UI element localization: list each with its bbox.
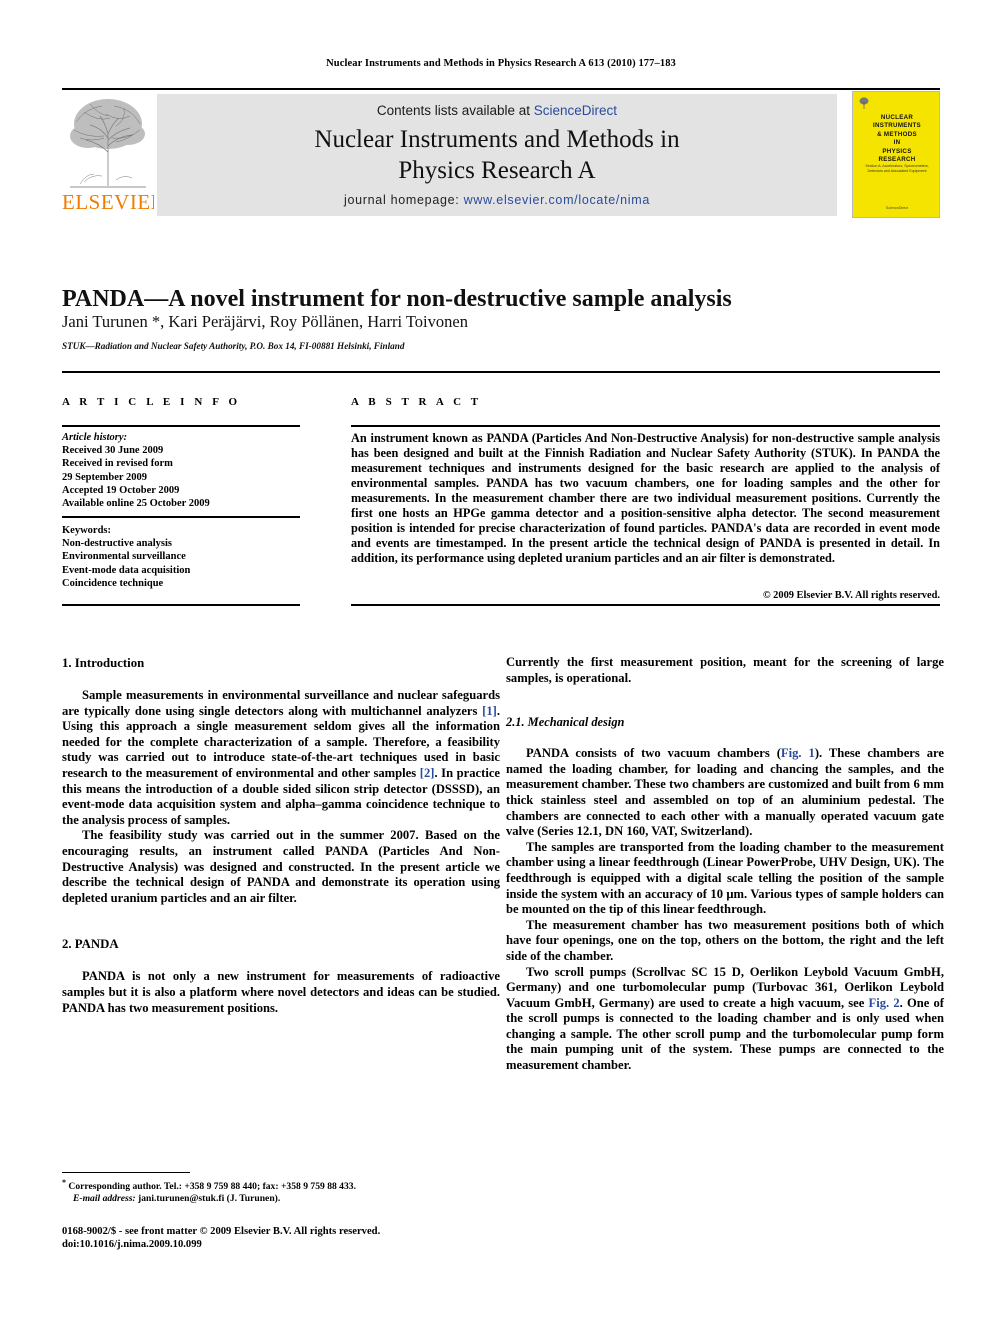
section-heading-panda: 2. PANDA xyxy=(62,937,119,952)
elsevier-wordmark: ELSEVIER xyxy=(62,190,154,214)
abstract-text: An instrument known as PANDA (Particles … xyxy=(351,431,940,565)
journal-masthead: ELSEVIER Contents lists available at Sci… xyxy=(62,91,940,218)
keywords-label: Keywords: xyxy=(62,525,111,536)
sciencedirect-link[interactable]: ScienceDirect xyxy=(534,103,617,118)
journal-title: Nuclear Instruments and Methods in Physi… xyxy=(157,124,837,186)
copyright-line: © 2009 Elsevier B.V. All rights reserved… xyxy=(762,590,940,601)
footnote-rule xyxy=(62,1172,190,1173)
cover-footer: ScienceDirect xyxy=(885,206,909,210)
article-info-heading: A R T I C L E I N F O xyxy=(62,396,241,408)
article-history-item: Available online 25 October 2009 xyxy=(62,498,210,510)
paragraph: The samples are transported from the loa… xyxy=(506,839,944,917)
paragraph: Currently the first measurement position… xyxy=(506,655,944,685)
citation-ref-1[interactable]: [1] xyxy=(482,704,497,718)
footnote-block: * Corresponding author. Tel.: +358 9 759… xyxy=(62,1177,500,1206)
imprint-block: 0168-9002/$ - see front matter © 2009 El… xyxy=(62,1225,500,1252)
doi-line[interactable]: doi:10.1016/j.nima.2009.10.099 xyxy=(62,1238,500,1251)
cover-title-line-4: IN xyxy=(893,139,901,147)
paragraph: PANDA consists of two vacuum chambers (F… xyxy=(506,746,944,840)
article-info-rule-2 xyxy=(62,516,300,518)
cover-title-block: NUCLEAR INSTRUMENTS & METHODS IN PHYSICS… xyxy=(853,114,939,164)
paragraph: The measurement chamber has two measurem… xyxy=(506,917,944,963)
running-head: Nuclear Instruments and Methods in Physi… xyxy=(326,58,676,69)
keywords-block: Keywords: Non-destructive analysis Envir… xyxy=(62,524,312,590)
figure-ref-1[interactable]: Fig. 1 xyxy=(781,746,815,760)
abstract-heading: A B S T R A C T xyxy=(351,396,482,408)
keyword-item: Non-destructive analysis xyxy=(62,538,172,550)
body-column-right: Currently the first measurement position… xyxy=(506,655,944,1074)
journal-band: Contents lists available at ScienceDirec… xyxy=(157,94,837,216)
article-history-item: Received 30 June 2009 xyxy=(62,445,164,457)
contents-prefix: Contents lists available at xyxy=(376,103,531,118)
homepage-url-link[interactable]: www.elsevier.com/locate/nima xyxy=(464,193,650,207)
issn-copyright-line: 0168-9002/$ - see front matter © 2009 El… xyxy=(62,1226,381,1237)
paragraph: The feasibility study was carried out in… xyxy=(62,828,500,905)
citation-ref-2[interactable]: [2] xyxy=(420,766,435,780)
cover-title-line-1: NUCLEAR xyxy=(880,114,914,121)
body-column-left: 1. Introduction Sample measurements in e… xyxy=(62,655,500,1016)
article-history-item: Received in revised form xyxy=(62,458,173,470)
article-info-rule-1 xyxy=(62,425,300,427)
homepage-label: journal homepage: xyxy=(344,193,460,207)
affiliation: STUK—Radiation and Nuclear Safety Author… xyxy=(62,341,405,351)
article-history-item: 29 September 2009 xyxy=(62,471,147,483)
paragraph: Two scroll pumps (Scrollvac SC 15 D, Oer… xyxy=(506,965,944,1074)
abstract-block-top-rule xyxy=(62,371,940,373)
paragraph: PANDA is not only a new instrument for m… xyxy=(62,969,500,1015)
email-note: E-mail address: jani.turunen@stuk.fi (J.… xyxy=(62,1193,500,1205)
keyword-item: Coincidence technique xyxy=(62,577,164,589)
keyword-item: Environmental surveillance xyxy=(62,551,186,563)
journal-title-line-1: Nuclear Instruments and Methods in xyxy=(314,126,680,153)
corresponding-author-text: Corresponding author. Tel.: +358 9 759 8… xyxy=(66,1181,356,1193)
article-history-label: Article history: xyxy=(62,432,128,443)
elsevier-logo: ELSEVIER xyxy=(62,94,154,216)
paragraph-text: Sample measurements in environmental sur… xyxy=(62,688,500,718)
abstract-rule-1 xyxy=(351,425,940,427)
elsevier-tree-icon xyxy=(64,94,152,190)
figure-ref-2[interactable]: Fig. 2 xyxy=(869,996,900,1010)
article-info-rule-3 xyxy=(62,604,300,606)
corresponding-author-note: * Corresponding author. Tel.: +358 9 759… xyxy=(62,1177,500,1193)
journal-title-line-2: Physics Research A xyxy=(398,157,596,184)
contents-available-line: Contents lists available at ScienceDirec… xyxy=(157,103,837,118)
cover-elsevier-tree-icon xyxy=(859,97,869,109)
journal-homepage-line: journal homepage: www.elsevier.com/locat… xyxy=(157,193,837,207)
author-list: Jani Turunen *, Kari Peräjärvi, Roy Pöll… xyxy=(62,312,468,331)
keyword-item: Event-mode data acquisition xyxy=(62,564,191,576)
article-history-item: Accepted 19 October 2009 xyxy=(62,484,180,496)
section-heading-introduction: 1. Introduction xyxy=(62,656,145,670)
cover-title-line-3: & METHODS xyxy=(877,130,917,138)
masthead-top-rule xyxy=(62,88,940,90)
email-label: E-mail address: xyxy=(73,1193,136,1205)
paragraph: Sample measurements in environmental sur… xyxy=(62,688,500,828)
page-title: PANDA—A novel instrument for non-destruc… xyxy=(62,286,732,313)
abstract-rule-2 xyxy=(351,604,940,606)
article-history: Article history: Received 30 June 2009 R… xyxy=(62,431,312,510)
subsection-heading-mechanical-design: 2.1. Mechanical design xyxy=(506,715,625,730)
cover-title-line-2: INSTRUMENTS xyxy=(873,122,921,130)
email-value[interactable]: jani.turunen@stuk.fi (J. Turunen). xyxy=(136,1193,280,1204)
cover-title-line-5: PHYSICS xyxy=(882,147,912,155)
cover-subtitle: Section A: Accelerators, Spectrometers, … xyxy=(865,164,929,173)
paragraph-text: PANDA consists of two vacuum chambers ( xyxy=(526,746,781,761)
journal-cover-thumbnail: NUCLEAR INSTRUMENTS & METHODS IN PHYSICS… xyxy=(852,91,940,218)
paper-page: Nuclear Instruments and Methods in Physi… xyxy=(0,0,992,1323)
